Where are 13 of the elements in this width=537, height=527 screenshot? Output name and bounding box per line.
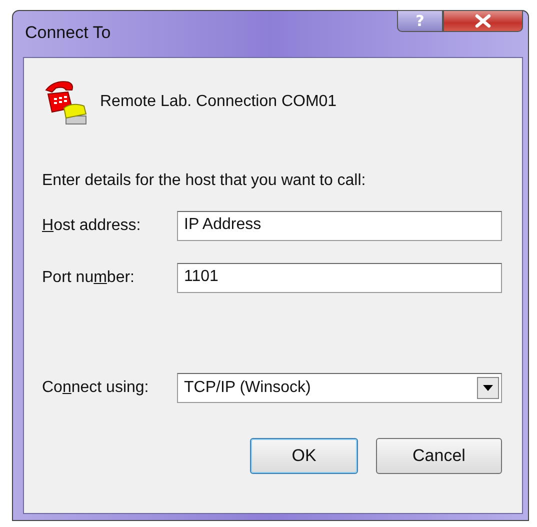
input-field[interactable]: 1101: [177, 263, 502, 293]
input-field[interactable]: IP Address: [177, 211, 502, 241]
dialog-button[interactable]: Cancel: [376, 438, 502, 474]
field-label: Host address:: [42, 217, 142, 235]
close-button[interactable]: [443, 10, 523, 32]
dialog-button[interactable]: OK: [250, 438, 358, 474]
window-title: Connect To: [25, 23, 111, 43]
instruction-text: Enter details for the host that you want to call:: [42, 172, 367, 190]
dropdown-field[interactable]: TCP/IP (Winsock): [177, 373, 502, 403]
connection-name: Remote Lab. Connection COM01: [100, 93, 337, 111]
field-label: Connect using:: [42, 379, 150, 397]
close-icon: [473, 14, 493, 28]
field-label: Port number:: [42, 269, 136, 287]
